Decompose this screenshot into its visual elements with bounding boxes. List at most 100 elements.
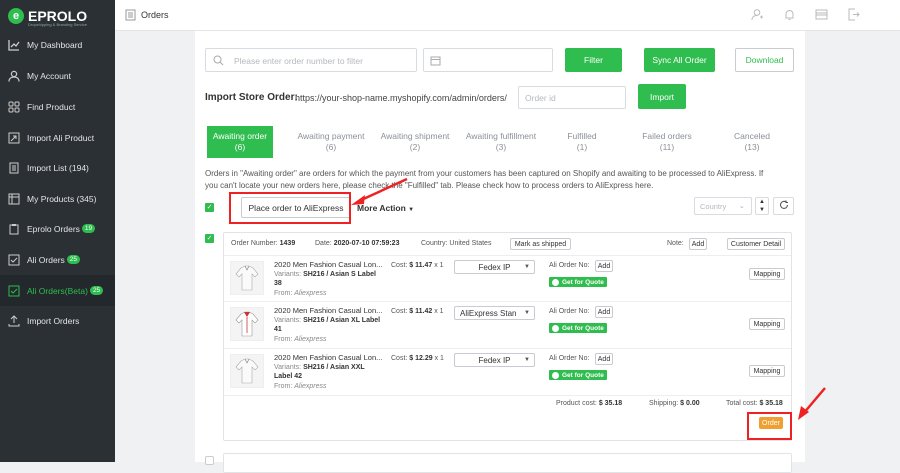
product-title[interactable]: 2020 Men Fashion Casual Lon... <box>274 260 382 269</box>
sidebar-item-eprolo-orders[interactable]: Eprolo Orders 19 <box>0 213 115 244</box>
sidebar-item-my-products[interactable]: My Products (345) <box>0 183 115 214</box>
customer-detail-button[interactable]: Customer Detail <box>727 238 785 250</box>
search-input[interactable]: Please enter order number to filter <box>205 48 417 72</box>
order-date: Date: 2020-07-10 07:59:23 <box>315 240 400 247</box>
check-icon <box>7 284 21 298</box>
highlight-box <box>229 192 351 224</box>
sync-all-order-button[interactable]: Sync All Order <box>644 48 715 72</box>
order-card <box>223 453 792 473</box>
note-label: Note: <box>667 240 684 247</box>
list-icon <box>7 161 21 175</box>
bell-icon[interactable] <box>783 8 796 23</box>
tab-label: Awaiting fulfillment <box>465 131 537 141</box>
order-country: Country: United States <box>421 240 492 247</box>
shipping-method-value: AliExpress Stan <box>460 308 517 318</box>
search-placeholder: Please enter order number to filter <box>234 56 363 66</box>
sidebar-item-dashboard[interactable]: My Dashboard <box>0 29 115 60</box>
product-variant: Variants: SH216 / Asian XXL Label 42 <box>274 364 365 380</box>
mark-as-shipped-button[interactable]: Mark as shipped <box>510 238 571 250</box>
tab-count: (6) <box>325 142 337 152</box>
orders-icon <box>125 9 136 23</box>
sidebar-item-ali-orders-beta[interactable]: Ali Orders(Beta) 25 <box>0 275 115 306</box>
item-cost: Cost: $ 11.47 x 1 <box>391 262 444 269</box>
refresh-button[interactable] <box>773 197 794 215</box>
product-title[interactable]: 2020 Men Fashion Casual Lon... <box>274 306 382 315</box>
add-ali-order-button[interactable]: Add <box>595 260 613 272</box>
mapping-button[interactable]: Mapping <box>749 365 785 377</box>
sidebar-item-import-orders[interactable]: Import Orders <box>0 305 115 336</box>
product-cost: Product cost: $ 35.18 <box>556 400 623 407</box>
arrow-annotation <box>798 387 826 420</box>
sidebar-item-import-list[interactable]: Import List (194) <box>0 152 115 183</box>
get-for-quote-button[interactable]: Get for Quote <box>549 323 607 333</box>
select-all-checkbox[interactable]: ✓ <box>205 203 214 212</box>
product-image <box>230 307 264 341</box>
tab-label: Canceled <box>734 131 770 141</box>
tab-label: Awaiting shipment <box>380 131 450 141</box>
sidebar-item-account[interactable]: My Account <box>0 60 115 91</box>
sidebar-item-label: Import Orders <box>27 315 80 326</box>
check-icon <box>7 253 21 267</box>
logout-icon[interactable] <box>847 8 860 23</box>
chevron-down-icon: ⌄ <box>739 203 745 210</box>
shipping-method-select[interactable]: Fedex IP ▼ <box>454 353 535 367</box>
import-button[interactable]: Import <box>638 84 686 109</box>
notice-line-1: Orders in "Awaiting order" are orders fo… <box>205 169 764 178</box>
add-ali-order-button[interactable]: Add <box>595 306 613 318</box>
product-title[interactable]: 2020 Men Fashion Casual Lon... <box>274 353 382 362</box>
order-item-row: 2020 Men Fashion Casual Lon... Variants:… <box>224 301 791 348</box>
add-note-button[interactable]: Add <box>689 238 707 250</box>
sort-toggle[interactable]: ▲ ▼ <box>755 197 769 215</box>
tab-awaiting-shipment[interactable]: Awaiting shipment (2) <box>375 126 455 158</box>
tab-awaiting-payment[interactable]: Awaiting payment (6) <box>288 126 374 158</box>
tab-awaiting-order[interactable]: Awaiting order (6) <box>207 126 273 158</box>
shipping-method-select[interactable]: Fedex IP ▼ <box>454 260 535 274</box>
mapping-button[interactable]: Mapping <box>749 268 785 280</box>
country-select[interactable]: Country ⌄ <box>694 197 752 215</box>
upload-icon <box>7 314 21 328</box>
mapping-button[interactable]: Mapping <box>749 318 785 330</box>
count-badge: 19 <box>81 224 96 233</box>
order-checkbox[interactable] <box>205 456 214 465</box>
sidebar-item-find-product[interactable]: Find Product <box>0 91 115 122</box>
user-icon <box>7 69 21 83</box>
product-source: From: Aliexpress <box>274 336 327 343</box>
add-ali-order-button[interactable]: Add <box>595 353 613 365</box>
brand-logo[interactable]: e EPROLO Dropshipping & Branding Service <box>8 6 87 27</box>
download-button[interactable]: Download <box>735 48 794 72</box>
tab-count: (11) <box>659 142 675 152</box>
get-for-quote-button[interactable]: Get for Quote <box>549 370 607 380</box>
filter-button[interactable]: Filter <box>565 48 622 72</box>
tab-count: (6) <box>234 142 246 152</box>
order-item-row: 2020 Men Fashion Casual Lon... Variants:… <box>224 255 791 301</box>
tab-fulfilled[interactable]: Fulfilled (1) <box>547 126 617 158</box>
tab-label: Awaiting order <box>212 131 268 141</box>
divider <box>224 395 791 396</box>
chat-icon <box>552 324 559 332</box>
order-item-row: 2020 Men Fashion Casual Lon... Variants:… <box>224 348 791 395</box>
card-icon[interactable] <box>815 8 828 23</box>
item-cost: Cost: $ 12.29 x 1 <box>391 355 444 362</box>
shipping-method-select[interactable]: AliExpress Stan ▼ <box>454 306 535 320</box>
sidebar-item-ali-orders[interactable]: Ali Orders 25 <box>0 244 115 275</box>
order-checkbox[interactable]: ✓ <box>205 234 214 243</box>
get-for-quote-button[interactable]: Get for Quote <box>549 277 607 287</box>
tab-canceled[interactable]: Canceled (13) <box>715 126 789 158</box>
count-badge: 25 <box>89 286 104 295</box>
shipping-method-value: Fedex IP <box>478 355 511 365</box>
ali-order-label: Ali Order No: <box>549 308 590 315</box>
order-id-input[interactable]: Order id <box>518 86 626 109</box>
calendar-icon <box>430 55 441 68</box>
tab-awaiting-fulfillment[interactable]: Awaiting fulfillment (3) <box>457 126 545 158</box>
profile-icon[interactable] <box>751 8 764 23</box>
page-title: Orders <box>141 10 169 20</box>
sidebar-item-import-ali[interactable]: Import Ali Product <box>0 122 115 153</box>
clipboard-icon <box>7 222 21 236</box>
tab-count: (1) <box>576 142 588 152</box>
product-image <box>230 354 264 388</box>
sidebar-item-label: Find Product <box>27 101 76 112</box>
tab-count: (3) <box>495 142 507 152</box>
top-bar: Orders <box>115 0 900 31</box>
date-picker[interactable] <box>423 48 553 72</box>
tab-failed-orders[interactable]: Failed orders (11) <box>627 126 707 158</box>
